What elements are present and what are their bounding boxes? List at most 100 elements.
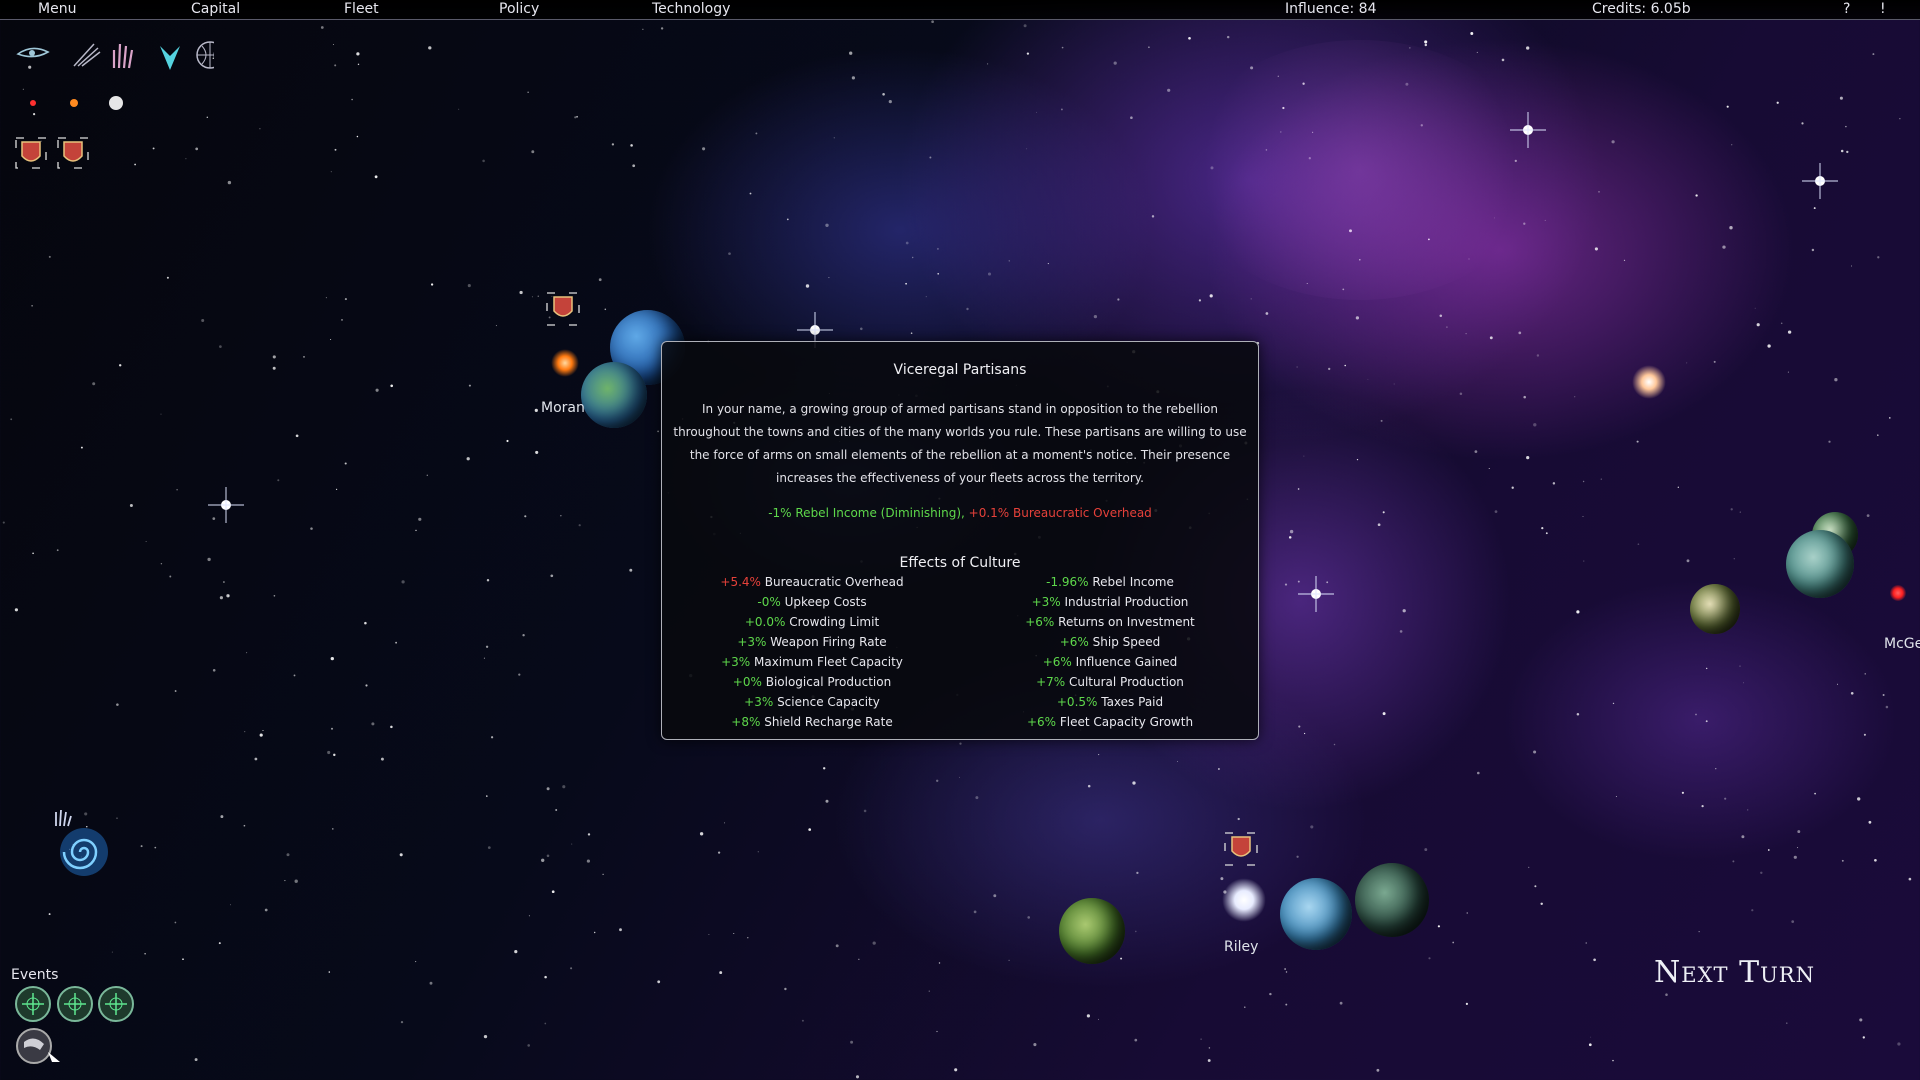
moran-planet[interactable] <box>581 362 647 428</box>
positive-effect: -1% Rebel Income (Diminishing), <box>768 506 965 520</box>
culture-effect-label: Science Capacity <box>773 695 880 709</box>
culture-effect-label: Biological Production <box>761 675 892 689</box>
culture-effect-value: -0% <box>757 595 781 609</box>
popup-description: In your name, a growing group of armed p… <box>673 402 1247 485</box>
army-selector <box>15 137 89 169</box>
culture-effect-label: Maximum Fleet Capacity <box>750 655 903 669</box>
culture-effect-label: Bureaucratic Overhead <box>760 575 904 589</box>
culture-effect-left: +0.0% Crowding Limit <box>662 615 962 629</box>
culture-effect-value: +0.5% <box>1056 695 1098 709</box>
crystal-filter-icon[interactable] <box>160 46 180 70</box>
culture-effects-title: Effects of Culture <box>899 555 1021 571</box>
culture-effect-right: +6% Influence Gained <box>962 655 1258 669</box>
culture-effect-left: +0% Biological Production <box>662 675 962 689</box>
culture-effect-right: +7% Cultural Production <box>962 675 1258 689</box>
menu-button[interactable]: Menu <box>38 1 76 17</box>
culture-effect-value: -1.96% <box>1046 575 1089 589</box>
culture-effect-right: +6% Ship Speed <box>962 635 1258 649</box>
top-bar: Menu Capital Fleet Policy Technology Inf… <box>0 0 1920 20</box>
culture-effect-label: Returns on Investment <box>1054 615 1195 629</box>
culture-effect-value: +0% <box>732 675 762 689</box>
culture-effect-right: +6% Fleet Capacity Growth <box>962 715 1258 729</box>
planet[interactable] <box>1786 530 1854 598</box>
event-notification-icon[interactable] <box>57 986 93 1022</box>
culture-effect-right: +3% Industrial Production <box>962 595 1258 609</box>
culture-effect-value: +3% <box>721 655 751 669</box>
culture-effect-value: +6% <box>1059 635 1089 649</box>
events-tray <box>15 986 134 1022</box>
event-tooltip: Viceregal Partisans In your name, a grow… <box>661 341 1259 740</box>
army-unit-icon[interactable] <box>57 137 89 169</box>
orange-star-filter-icon[interactable] <box>70 99 78 107</box>
map-filter-toolbar <box>16 41 214 70</box>
culture-effect-value: +5.4% <box>720 575 761 589</box>
comet-filter-icon[interactable] <box>73 43 101 67</box>
culture-effect-label: Upkeep Costs <box>780 595 867 609</box>
culture-effect-left: +8% Shield Recharge Rate <box>662 715 962 729</box>
fleet-button[interactable]: Fleet <box>344 1 379 17</box>
army-unit-icon[interactable] <box>15 137 47 169</box>
culture-effect-row: +0% Biological Production +7% Cultural Pr… <box>662 675 1258 695</box>
culture-effect-left: -0% Upkeep Costs <box>662 595 962 609</box>
culture-effect-right: +6% Returns on Investment <box>962 615 1258 629</box>
white-star-filter-icon[interactable] <box>109 96 123 110</box>
culture-effect-row: +8% Shield Recharge Rate +6% Fleet Capaci… <box>662 715 1258 735</box>
events-label: Events <box>11 967 59 983</box>
event-notification-icon[interactable] <box>15 986 51 1022</box>
culture-effect-row: -0% Upkeep Costs +3% Industrial Productio… <box>662 595 1258 615</box>
capital-button[interactable]: Capital <box>191 1 240 17</box>
wormhole-icon[interactable] <box>48 808 118 880</box>
culture-effect-left: +3% Weapon Firing Rate <box>662 635 962 649</box>
policy-button[interactable]: Policy <box>499 1 539 17</box>
influence-readout: Influence: 84 <box>1285 1 1377 17</box>
culture-effect-label: Fleet Capacity Growth <box>1056 715 1194 729</box>
culture-effect-row: +3% Science Capacity +0.5% Taxes Paid <box>662 695 1258 715</box>
hand-filter-icon[interactable] <box>112 43 134 69</box>
planet[interactable] <box>1690 584 1740 634</box>
riley-ocean-planet[interactable] <box>1280 878 1352 950</box>
help-button[interactable]: ? <box>1843 1 1850 17</box>
riley-planet[interactable] <box>1059 898 1125 964</box>
red-star[interactable] <box>1890 585 1906 601</box>
culture-effect-value: +0.0% <box>744 615 786 629</box>
culture-effect-label: Ship Speed <box>1088 635 1161 649</box>
red-star-filter-icon[interactable] <box>30 100 36 106</box>
fleet-filter-icon[interactable] <box>16 47 50 58</box>
event-notification-icon[interactable] <box>98 986 134 1022</box>
culture-effect-label: Influence Gained <box>1071 655 1178 669</box>
technology-button[interactable]: Technology <box>652 1 730 17</box>
culture-effect-value: +3% <box>1031 595 1061 609</box>
next-turn-button[interactable]: Next Turn <box>1654 955 1815 990</box>
culture-effect-value: +3% <box>744 695 774 709</box>
riley-star[interactable] <box>1222 878 1266 922</box>
planet-label-mcge: McGe <box>1884 636 1920 652</box>
culture-effect-label: Weapon Firing Rate <box>766 635 887 649</box>
culture-effect-row: +3% Maximum Fleet Capacity +6% Influence … <box>662 655 1258 675</box>
culture-effect-label: Taxes Paid <box>1097 695 1164 709</box>
culture-effect-right: +0.5% Taxes Paid <box>962 695 1258 709</box>
army-marker-icon[interactable] <box>1222 830 1262 870</box>
negative-effect: +0.1% Bureaucratic Overhead <box>964 506 1152 520</box>
star[interactable] <box>1632 365 1666 399</box>
star-type-filters <box>30 96 123 110</box>
culture-effect-label: Crowding Limit <box>785 615 880 629</box>
nebula-glow <box>1180 40 1540 300</box>
culture-effect-value: +7% <box>1036 675 1066 689</box>
event-notification-icon[interactable] <box>14 1026 64 1066</box>
globe-filter-icon[interactable] <box>196 41 214 69</box>
culture-effect-left: +3% Maximum Fleet Capacity <box>662 655 962 669</box>
culture-effect-label: Shield Recharge Rate <box>760 715 893 729</box>
culture-effect-label: Industrial Production <box>1060 595 1189 609</box>
culture-effect-value: +6% <box>1042 655 1072 669</box>
culture-effect-value: +8% <box>731 715 761 729</box>
moran-star[interactable] <box>551 349 579 377</box>
army-marker-icon[interactable] <box>544 290 584 330</box>
riley-dark-planet[interactable] <box>1355 863 1429 937</box>
culture-effect-right: -1.96% Rebel Income <box>962 575 1258 589</box>
alert-button[interactable]: ! <box>1880 1 1886 17</box>
credits-readout: Credits: 6.05b <box>1592 1 1691 17</box>
culture-effect-row: +3% Weapon Firing Rate +6% Ship Speed <box>662 635 1258 655</box>
culture-effect-label: Cultural Production <box>1065 675 1184 689</box>
planet-label-moran: Moran <box>541 400 585 416</box>
culture-effects-grid: +5.4% Bureaucratic Overhead -1.96% Rebel … <box>662 575 1258 735</box>
